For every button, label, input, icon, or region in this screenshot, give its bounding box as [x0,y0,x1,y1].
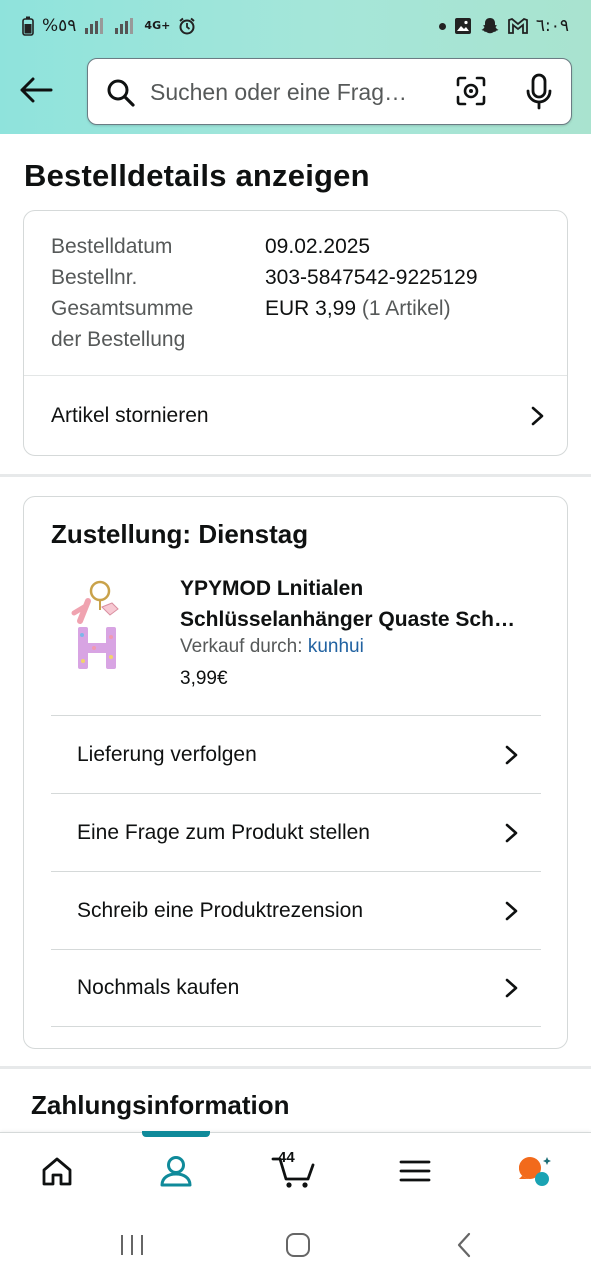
cart-count-badge: 44 [278,1149,295,1166]
order-number-label: Bestellnr. [51,266,138,289]
rufus-icon [519,1157,551,1186]
nav-cart[interactable]: 44 [254,1133,334,1209]
notification-dot-icon [438,22,446,30]
bottom-nav: 44 [0,1131,591,1209]
page-title: Bestelldetails anzeigen [24,158,370,193]
nav-rufus[interactable] [494,1133,574,1209]
account-icon [160,1156,192,1187]
search-bar[interactable] [87,58,572,125]
search-icon [107,79,135,107]
nav-menu[interactable] [375,1133,455,1209]
delivery-title: Zustellung: Dienstag [51,519,309,549]
signal-icon-2 [115,18,134,34]
home-square-icon [286,1233,310,1257]
status-right: ٦:٠٩ [438,16,569,36]
battery-percent: %٥٩ [42,16,77,36]
buy-again-label: Nochmals kaufen [77,976,240,999]
seller-prefix: Verkauf durch: [180,636,303,657]
chevron-right-icon [505,978,518,998]
system-nav-bar [0,1208,591,1280]
ask-question-label: Eine Frage zum Produkt stellen [77,820,370,844]
chevron-right-icon [505,745,518,764]
buy-again-row[interactable]: Nochmals kaufen [51,949,541,1027]
header-area: %٥٩ 4G+ ٦:٠٩ [0,0,591,134]
gallery-icon [454,18,471,34]
recent-apps-icon [121,1235,143,1255]
total-items-count: (1 Artikel) [361,297,451,320]
cancel-items-label: Artikel stornieren [51,404,209,427]
total-amount: EUR 3,99 [265,297,357,320]
product-title-line-2: Schlüsselanhänger Quaste Sch… [180,608,515,631]
product-title[interactable]: YPYMOD Lnitialen Schlüsselanhänger Quast… [180,573,545,635]
clock: ٦:٠٩ [535,16,569,36]
chevron-right-icon [505,823,518,842]
seller-info: Verkauf durch: kunhui [180,636,364,658]
payment-info-title: Zahlungsinformation [31,1090,290,1120]
order-total-label-2: der Bestellung [51,328,186,351]
recent-apps-button[interactable] [112,1230,152,1260]
ask-question-row[interactable]: Eine Frage zum Produkt stellen [51,793,541,871]
track-delivery-row[interactable]: Lieferung verfolgen [51,715,541,793]
network-type: 4G+ [144,19,171,32]
search-input[interactable] [150,73,430,111]
chevron-right-icon [505,901,518,920]
menu-icon [399,1160,431,1182]
gmail-icon [507,18,528,34]
product-image[interactable] [64,577,140,673]
seller-link[interactable]: kunhui [308,636,364,657]
snapchat-icon [481,18,499,34]
back-button[interactable] [14,68,58,112]
cancel-items-row[interactable]: Artikel stornieren [51,376,547,456]
back-system-button[interactable] [444,1230,484,1260]
microphone-icon[interactable] [525,73,553,111]
section-separator [0,1066,591,1069]
delivery-card: Zustellung: Dienstag YPYMOD Lnitialen Sc… [23,496,568,1049]
product-title-line-1: YPYMOD Lnitialen [180,577,364,600]
write-review-label: Schreib eine Produktrezension [77,898,364,922]
order-date-label: Bestelldatum [51,235,173,258]
write-review-row[interactable]: Schreib eine Produktrezension [51,871,541,949]
camera-search-icon[interactable] [455,75,487,107]
order-date-value: 09.02.2025 [265,235,371,258]
back-arrow-icon [20,77,53,103]
order-total-label-1: Gesamtsumme [51,297,194,320]
order-number-value: 303-5847542-9225129 [265,266,478,289]
home-icon [42,1157,72,1186]
back-chevron-icon [457,1232,471,1258]
track-delivery-label: Lieferung verfolgen [77,742,257,766]
search-row [0,58,591,126]
order-summary-card: Bestelldatum 09.02.2025 Bestellnr. 303-5… [23,210,568,456]
home-system-button[interactable] [278,1230,318,1260]
order-total-value: EUR 3,99 (1 Artikel) [265,293,451,324]
status-bar: %٥٩ 4G+ ٦:٠٩ [0,0,591,52]
chevron-right-icon [531,406,544,426]
battery-icon [22,16,34,36]
section-separator [0,474,591,477]
status-left: %٥٩ 4G+ [22,16,196,36]
signal-icon [85,18,104,34]
product-price: 3,99€ [180,668,228,689]
nav-home[interactable] [17,1133,97,1209]
alarm-icon [179,17,195,35]
nav-account[interactable] [136,1133,216,1209]
